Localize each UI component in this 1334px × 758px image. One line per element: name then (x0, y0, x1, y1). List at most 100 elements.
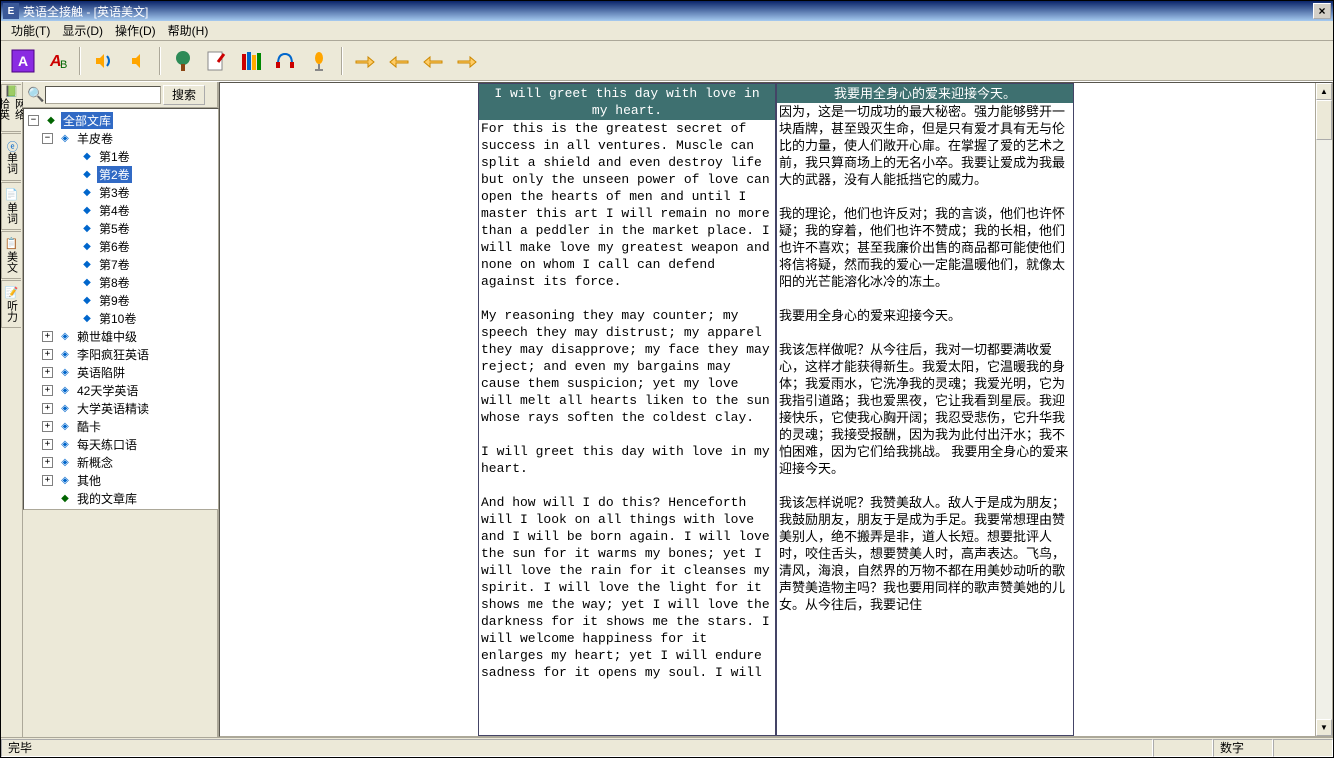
vtab-web[interactable]: 📗网络拾英 (1, 84, 21, 132)
left-tabs: 📗网络拾英 ⓔ单词 📄单词 📋美文 📝听力 (1, 82, 23, 737)
tool-tree-icon[interactable] (167, 45, 199, 77)
tree-item-0-1[interactable]: ◆ 第2卷 (24, 165, 218, 183)
tool-handpen-icon[interactable] (201, 45, 233, 77)
folder-icon: ◈ (61, 349, 69, 360)
tree-group-4[interactable]: +◈42天学英语 (24, 381, 218, 399)
page-icon: 📋 (5, 237, 18, 250)
book-icon: 📗 (5, 85, 18, 98)
close-button[interactable]: × (1313, 3, 1331, 19)
tree-label: 新概念 (75, 454, 115, 471)
folder-icon: ◈ (61, 475, 69, 486)
tree-group-9[interactable]: + ◈ 其他 (24, 471, 218, 489)
expand-icon[interactable]: − (28, 115, 39, 126)
tree-panel[interactable]: −◆全部文库−◈羊皮卷◆第1卷◆第2卷◆第3卷◆第4卷◆第5卷◆第6卷◆第7卷◆… (23, 108, 219, 510)
folder-icon: ◈ (61, 331, 69, 342)
tree-label: 第7卷 (97, 256, 132, 273)
expand-icon[interactable]: + (42, 403, 53, 414)
tree-group-6[interactable]: +◈酷卡 (24, 417, 218, 435)
tree-mylib[interactable]: ◆我的文章库 (24, 489, 218, 507)
toolbar-separator (159, 47, 161, 75)
tree-item-0-6[interactable]: ◆第7卷 (24, 255, 218, 273)
status-cell-3 (1273, 739, 1333, 757)
toolbar-separator (79, 47, 81, 75)
tree-label: 每天练口语 (75, 436, 139, 453)
item-icon: ◆ (83, 313, 91, 324)
left-panel: 🔍 搜索 −◆全部文库−◈羊皮卷◆第1卷◆第2卷◆第3卷◆第4卷◆第5卷◆第6卷… (23, 82, 219, 737)
tool-font-icon[interactable]: AB (41, 45, 73, 77)
scroll-thumb[interactable] (1316, 100, 1332, 140)
vtab-essay[interactable]: 📋美文 (1, 231, 21, 279)
expand-icon[interactable]: + (42, 349, 53, 360)
tree-group-8[interactable]: +◈新概念 (24, 453, 218, 471)
tool-books-icon[interactable] (235, 45, 267, 77)
expand-icon[interactable]: + (42, 475, 53, 486)
vtab-word2[interactable]: 📄单词 (1, 182, 21, 230)
tree-group-3[interactable]: +◈英语陷阱 (24, 363, 218, 381)
vtab-listen[interactable]: 📝听力 (1, 280, 21, 328)
tree-label: 其他 (75, 472, 103, 489)
vertical-scrollbar[interactable]: ▲ ▼ (1315, 83, 1332, 736)
tool-hand-right-icon[interactable] (349, 45, 381, 77)
tool-dictionary-icon[interactable]: A (7, 45, 39, 77)
expand-icon[interactable]: − (42, 133, 53, 144)
search-button[interactable]: 搜索 (163, 85, 205, 105)
tree-label: 第2卷 (97, 166, 132, 183)
scroll-down-icon[interactable]: ▼ (1316, 719, 1332, 736)
item-icon: ◆ (83, 187, 91, 198)
tree-label: 第3卷 (97, 184, 132, 201)
tool-headphones-icon[interactable] (269, 45, 301, 77)
tree-item-0-2[interactable]: ◆ 第3卷 (24, 183, 218, 201)
tree-group-0[interactable]: −◈羊皮卷 (24, 129, 218, 147)
vtab-word1[interactable]: ⓔ单词 (1, 133, 21, 181)
tree-item-0-0[interactable]: ◆第1卷 (24, 147, 218, 165)
tree-group-1[interactable]: + ◈ 赖世雄中级 (24, 327, 218, 345)
folder-icon: ◈ (61, 385, 69, 396)
tree-label: 羊皮卷 (75, 130, 115, 147)
tree-item-0-5[interactable]: ◆第6卷 (24, 237, 218, 255)
tree-item-0-4[interactable]: ◆第5卷 (24, 219, 218, 237)
menu-operate[interactable]: 操作(D) (109, 20, 162, 41)
tree-label: 赖世雄中级 (75, 328, 139, 345)
item-icon: ◆ (83, 151, 91, 162)
tree-root[interactable]: −◆ 全部文库 (24, 111, 218, 129)
tree-group-7[interactable]: +◈每天练口语 (24, 435, 218, 453)
toolbar: A AB (1, 41, 1333, 81)
folder-icon: ◈ (61, 367, 69, 378)
tree-label: 全部文库 (61, 112, 113, 129)
tool-speaker-icon[interactable] (121, 45, 153, 77)
tool-mic-icon[interactable] (303, 45, 335, 77)
tool-hand-right-2-icon[interactable] (451, 45, 483, 77)
tool-hand-left-1-icon[interactable] (383, 45, 415, 77)
library-icon: ◆ (47, 115, 55, 126)
tree-group-5[interactable]: +◈大学英语精读 (24, 399, 218, 417)
tree-item-0-3[interactable]: ◆第4卷 (24, 201, 218, 219)
expand-icon[interactable]: + (42, 385, 53, 396)
content-area: I will greet this day with love in my he… (219, 82, 1333, 737)
scroll-track[interactable] (1316, 100, 1332, 719)
tree-item-0-9[interactable]: ◆ 第10卷 (24, 309, 218, 327)
scroll-up-icon[interactable]: ▲ (1316, 83, 1332, 100)
note-icon: 📝 (5, 286, 18, 299)
tree-item-0-8[interactable]: ◆第9卷 (24, 291, 218, 309)
search-icon: 🔍 (27, 86, 45, 103)
tool-sound-icon[interactable] (87, 45, 119, 77)
expand-icon[interactable]: + (42, 421, 53, 432)
tree-item-0-7[interactable]: ◆第8卷 (24, 273, 218, 291)
window-title: 英语全接触 - [英语美文] (23, 3, 1313, 20)
expand-icon[interactable]: + (42, 367, 53, 378)
tree-label: 第10卷 (97, 310, 138, 327)
menu-display[interactable]: 显示(D) (56, 20, 109, 41)
globe-icon: ⓔ (4, 141, 20, 152)
tree-label: 第8卷 (97, 274, 132, 291)
status-cell-1 (1153, 739, 1213, 757)
search-input[interactable] (45, 86, 161, 104)
tree-group-2[interactable]: +◈李阳疯狂英语 (24, 345, 218, 363)
item-icon: ◆ (83, 205, 91, 216)
menu-help[interactable]: 帮助(H) (162, 20, 215, 41)
item-icon: ◆ (83, 169, 91, 180)
expand-icon[interactable]: + (42, 439, 53, 450)
expand-icon[interactable]: + (42, 457, 53, 468)
expand-icon[interactable]: + (42, 331, 53, 342)
tool-hand-left-2-icon[interactable] (417, 45, 449, 77)
menu-function[interactable]: 功能(T) (5, 20, 56, 41)
